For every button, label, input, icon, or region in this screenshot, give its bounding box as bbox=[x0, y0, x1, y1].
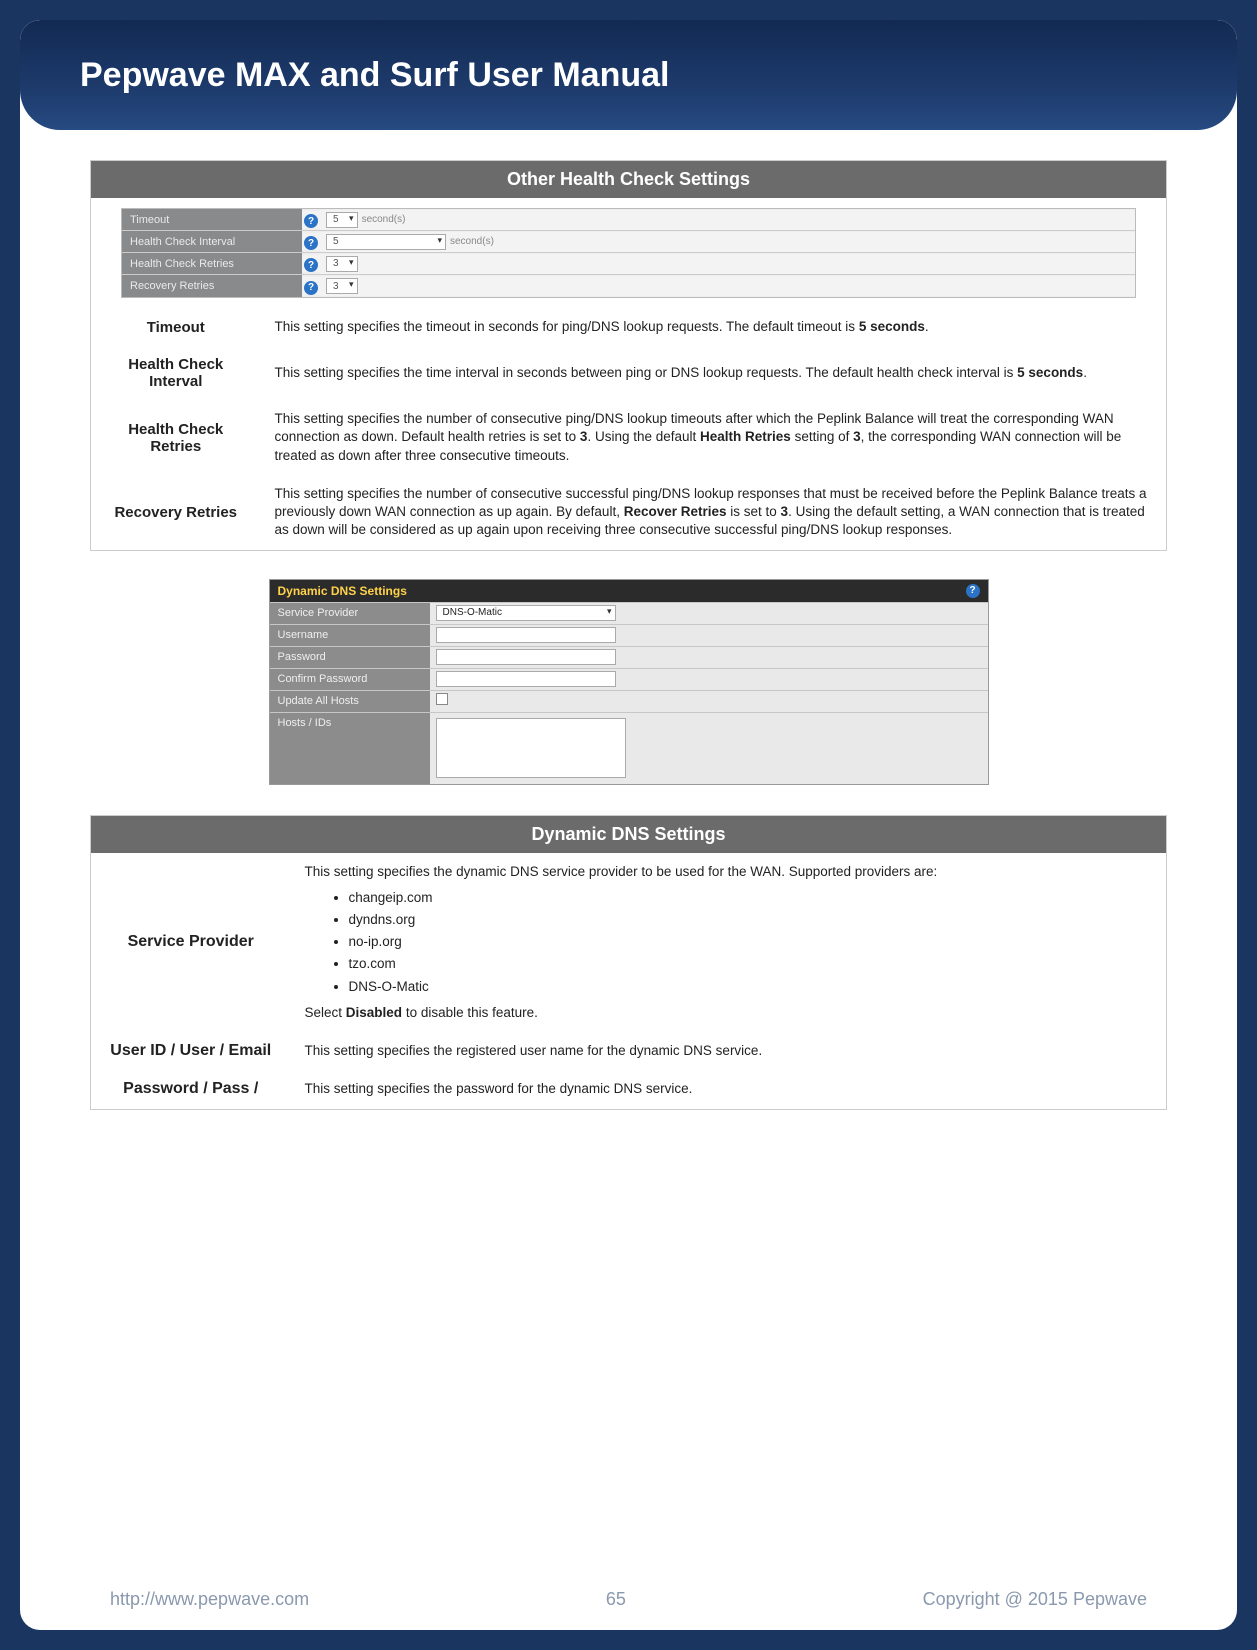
desc-label: Service Provider bbox=[91, 853, 291, 1033]
help-icon[interactable]: ? bbox=[304, 236, 318, 250]
desc-row-user: User ID / User / Email This setting spec… bbox=[91, 1032, 1167, 1070]
page-title: Pepwave MAX and Surf User Manual bbox=[80, 56, 670, 95]
ddns-row-hosts: Hosts / IDs bbox=[270, 712, 988, 784]
confirm-password-input[interactable] bbox=[436, 671, 616, 687]
ddns-input bbox=[430, 625, 988, 646]
list-item: DNS-O-Matic bbox=[349, 976, 1153, 998]
unit-label: second(s) bbox=[450, 236, 494, 247]
ddns-label: Update All Hosts bbox=[270, 691, 430, 712]
ddns-desc-table: Dynamic DNS Settings Service Provider Th… bbox=[90, 815, 1167, 1110]
cfg-row-interval: Health Check Interval ? 5 second(s) bbox=[122, 231, 1135, 253]
header-band: Pepwave MAX and Surf User Manual bbox=[20, 20, 1237, 130]
cfg-label: Timeout bbox=[122, 209, 302, 230]
config-box: Timeout ? 5 second(s) Health Check Inter… bbox=[121, 208, 1136, 298]
ddns-desc-heading: Dynamic DNS Settings bbox=[91, 815, 1167, 853]
help-icon[interactable]: ? bbox=[966, 584, 980, 598]
update-all-hosts-checkbox[interactable] bbox=[436, 693, 448, 705]
ddns-input bbox=[430, 647, 988, 668]
cfg-row-timeout: Timeout ? 5 second(s) bbox=[122, 209, 1135, 231]
cfg-label: Health Check Interval bbox=[122, 231, 302, 252]
cfg-row-retries: Health Check Retries ? 3 bbox=[122, 253, 1135, 275]
ddns-input bbox=[430, 669, 988, 690]
desc-label: Recovery Retries bbox=[91, 475, 261, 550]
desc-label: Password / Pass / bbox=[91, 1070, 291, 1109]
password-input[interactable] bbox=[436, 649, 616, 665]
ddns-row-confirm: Confirm Password bbox=[270, 668, 988, 690]
ddns-label: Password bbox=[270, 647, 430, 668]
desc-row-timeout: Timeout This setting specifies the timeo… bbox=[91, 308, 1167, 346]
desc-row-recovery: Recovery Retries This setting specifies … bbox=[91, 475, 1167, 550]
help-cell: ? bbox=[302, 233, 320, 251]
ddns-input bbox=[430, 691, 988, 712]
cfg-label: Recovery Retries bbox=[122, 275, 302, 297]
ddns-row-password: Password bbox=[270, 646, 988, 668]
provider-select[interactable]: DNS-O-Matic bbox=[436, 605, 616, 621]
desc-text: This setting specifies the number of con… bbox=[261, 400, 1167, 475]
help-cell: ? bbox=[302, 255, 320, 273]
desc-text: This setting specifies the timeout in se… bbox=[261, 308, 1167, 346]
health-check-heading: Other Health Check Settings bbox=[91, 161, 1167, 199]
content: Other Health Check Settings Timeout ? 5 … bbox=[20, 130, 1237, 1110]
desc-label: Health Check Interval bbox=[91, 346, 261, 400]
cfg-input: 3 bbox=[320, 254, 1135, 274]
list-item: tzo.com bbox=[349, 953, 1153, 975]
cfg-input: 5 second(s) bbox=[320, 232, 1135, 252]
desc-label: User ID / User / Email bbox=[91, 1032, 291, 1070]
ddns-panel-title: Dynamic DNS Settings ? bbox=[270, 580, 988, 602]
help-icon[interactable]: ? bbox=[304, 214, 318, 228]
retries-select[interactable]: 3 bbox=[326, 256, 358, 272]
health-check-config-panel: Timeout ? 5 second(s) Health Check Inter… bbox=[91, 198, 1167, 308]
ddns-label: Confirm Password bbox=[270, 669, 430, 690]
desc-label: Timeout bbox=[91, 308, 261, 346]
timeout-select[interactable]: 5 bbox=[326, 212, 358, 228]
ddns-label: Hosts / IDs bbox=[270, 713, 430, 784]
ddns-input: DNS-O-Matic bbox=[430, 603, 988, 624]
help-cell: ? bbox=[302, 211, 320, 229]
page: Pepwave MAX and Surf User Manual Other H… bbox=[20, 20, 1237, 1630]
ddns-config-panel: Dynamic DNS Settings ? Service Provider … bbox=[269, 579, 989, 785]
desc-text: This setting specifies the registered us… bbox=[291, 1032, 1167, 1070]
username-input[interactable] bbox=[436, 627, 616, 643]
desc-text: This setting specifies the password for … bbox=[291, 1070, 1167, 1109]
unit-label: second(s) bbox=[362, 214, 406, 225]
ddns-row-update: Update All Hosts bbox=[270, 690, 988, 712]
health-check-table: Other Health Check Settings Timeout ? 5 … bbox=[90, 160, 1167, 551]
page-number: 65 bbox=[309, 1589, 923, 1610]
page-footer: http://www.pepwave.com 65 Copyright @ 20… bbox=[20, 1589, 1237, 1610]
ddns-input bbox=[430, 713, 988, 784]
desc-row-interval: Health Check Interval This setting speci… bbox=[91, 346, 1167, 400]
list-item: changeip.com bbox=[349, 887, 1153, 909]
cfg-input: 5 second(s) bbox=[320, 210, 1135, 230]
help-icon[interactable]: ? bbox=[304, 281, 318, 295]
list-item: dyndns.org bbox=[349, 909, 1153, 931]
footer-copyright: Copyright @ 2015 Pepwave bbox=[923, 1589, 1147, 1610]
interval-select[interactable]: 5 bbox=[326, 234, 446, 250]
cfg-input: 3 bbox=[320, 276, 1135, 296]
recovery-select[interactable]: 3 bbox=[326, 278, 358, 294]
desc-text: This setting specifies the number of con… bbox=[261, 475, 1167, 550]
desc-text: This setting specifies the dynamic DNS s… bbox=[291, 853, 1167, 1033]
desc-label: Health Check Retries bbox=[91, 400, 261, 475]
desc-row-provider: Service Provider This setting specifies … bbox=[91, 853, 1167, 1033]
cfg-label: Health Check Retries bbox=[122, 253, 302, 274]
ddns-row-username: Username bbox=[270, 624, 988, 646]
desc-text: This setting specifies the time interval… bbox=[261, 346, 1167, 400]
ddns-label: Username bbox=[270, 625, 430, 646]
ddns-row-provider: Service Provider DNS-O-Matic bbox=[270, 602, 988, 624]
desc-row-retries: Health Check Retries This setting specif… bbox=[91, 400, 1167, 475]
provider-list: changeip.com dyndns.org no-ip.org tzo.co… bbox=[349, 887, 1153, 998]
help-icon[interactable]: ? bbox=[304, 258, 318, 272]
cfg-row-recovery: Recovery Retries ? 3 bbox=[122, 275, 1135, 297]
help-cell: ? bbox=[302, 277, 320, 295]
desc-row-password: Password / Pass / This setting specifies… bbox=[91, 1070, 1167, 1109]
ddns-label: Service Provider bbox=[270, 603, 430, 624]
footer-url: http://www.pepwave.com bbox=[110, 1589, 309, 1610]
hosts-textarea[interactable] bbox=[436, 718, 626, 778]
list-item: no-ip.org bbox=[349, 931, 1153, 953]
